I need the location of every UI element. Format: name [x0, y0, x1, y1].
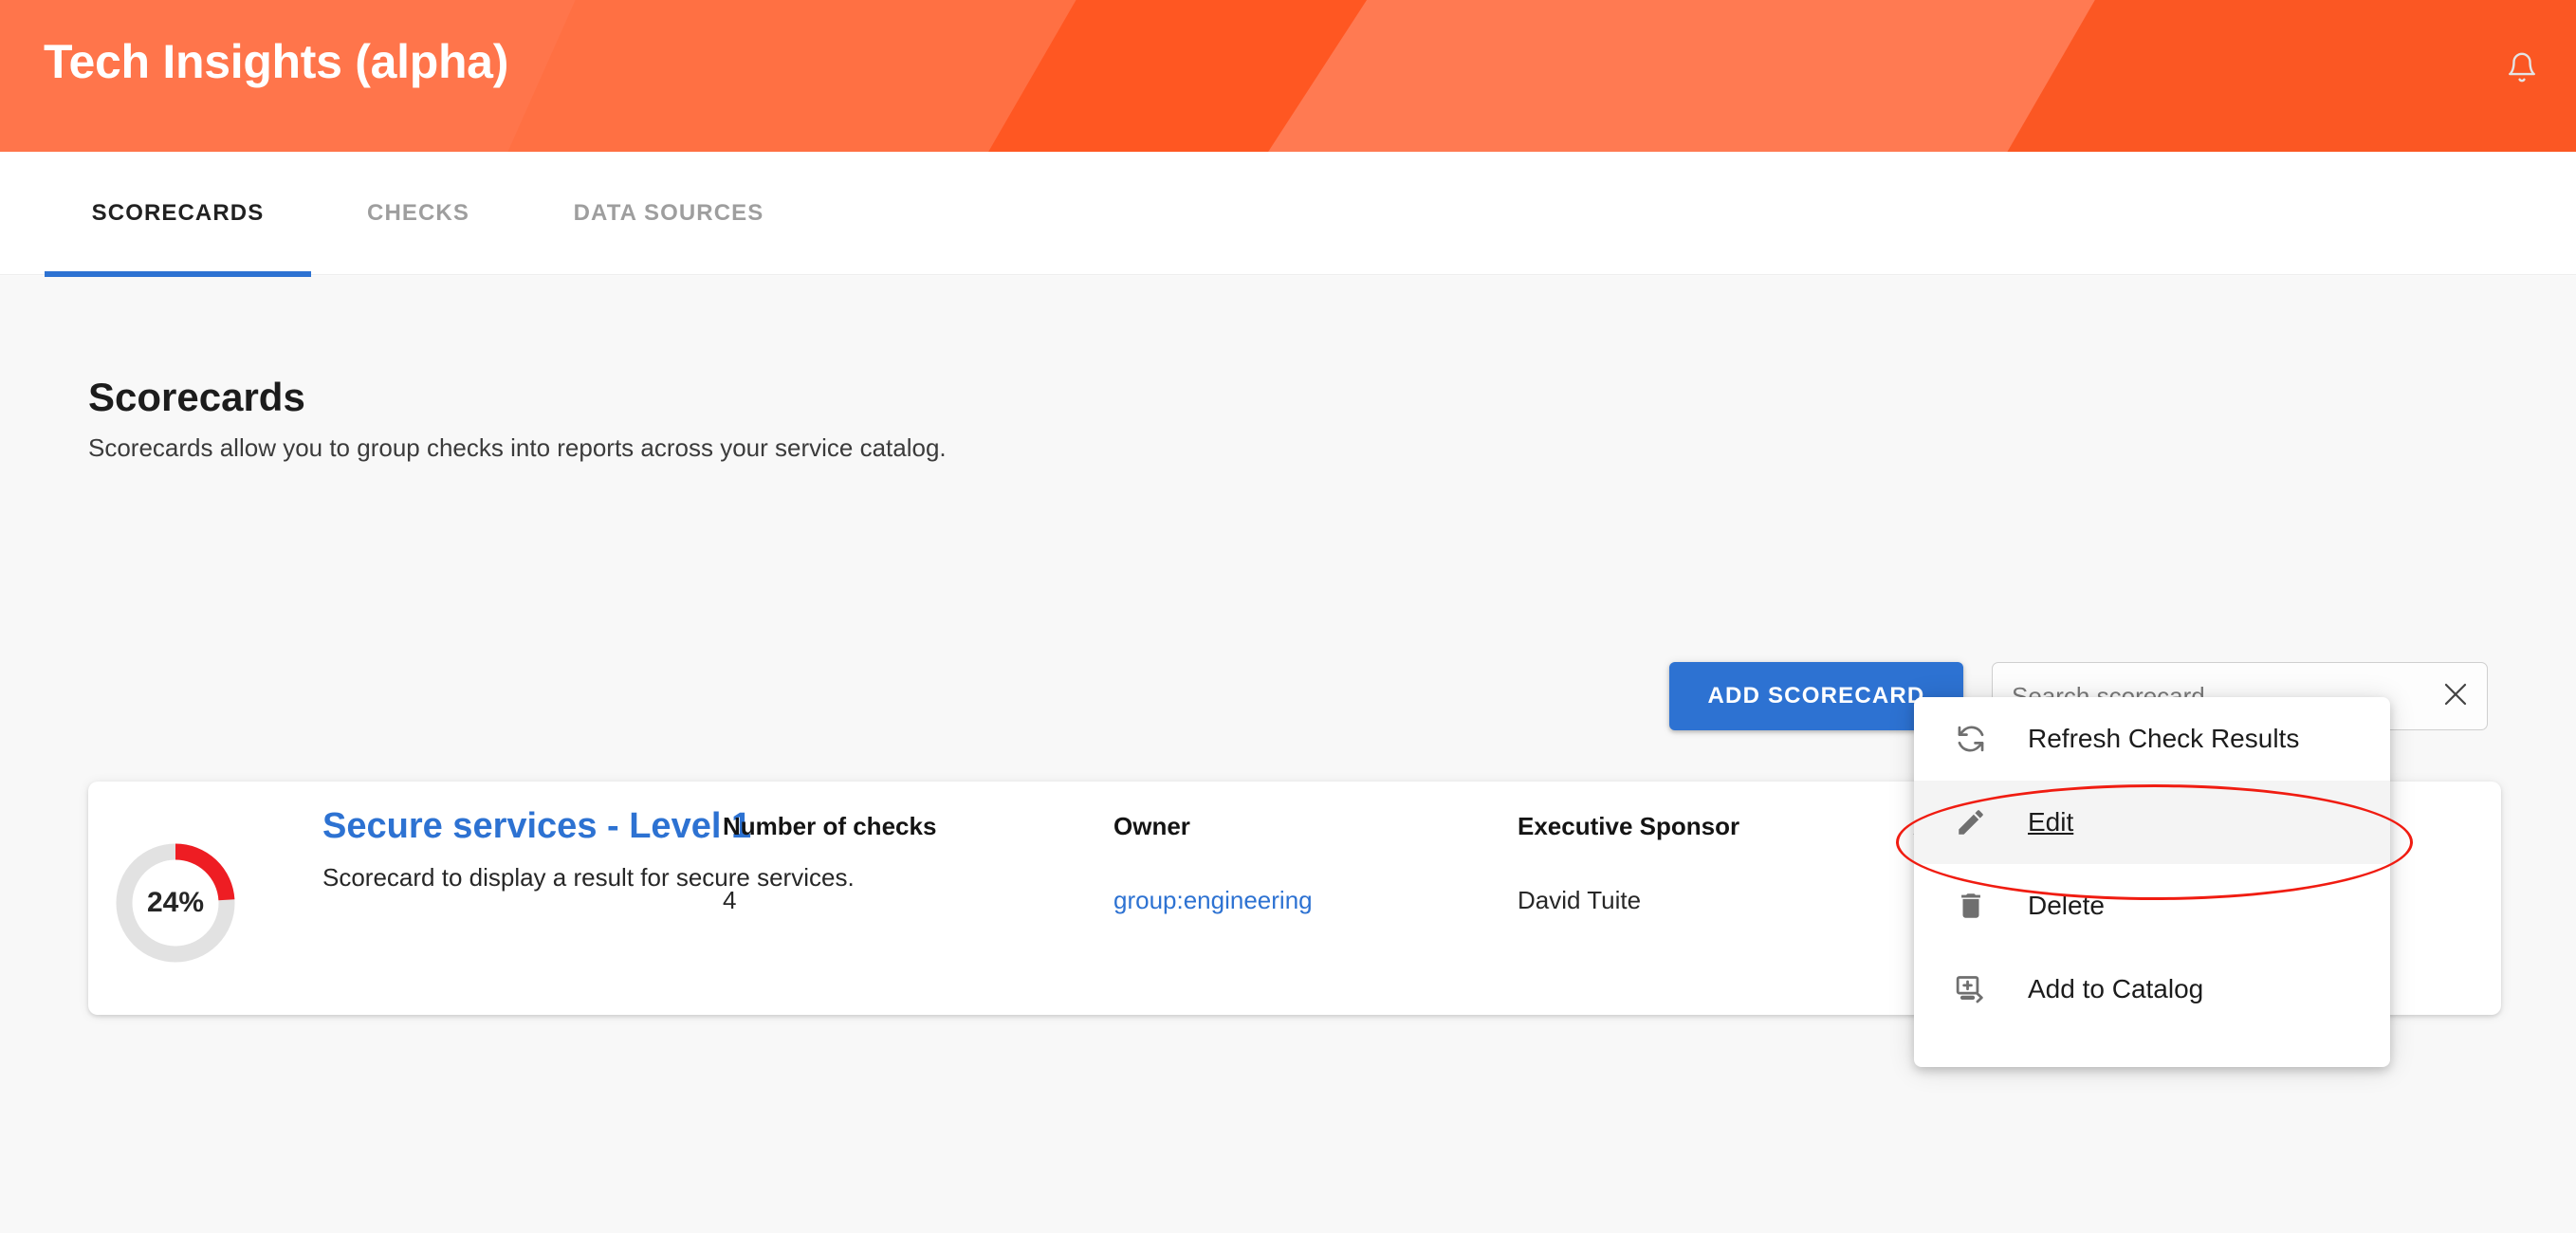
notifications-button[interactable]	[2494, 42, 2549, 97]
score-gauge: 24%	[111, 838, 240, 967]
menu-item-edit-label: Edit	[2028, 807, 2074, 837]
cell-number-of-checks: 4	[723, 886, 737, 914]
tab-data-sources-label: DATA SOURCES	[573, 200, 764, 226]
actions-dropdown-menu[interactable]: Refresh Check Results Edit Delete Add to…	[1914, 697, 2390, 1067]
cell-executive-sponsor: David Tuite	[1518, 886, 1642, 914]
app-title: Tech Insights (alpha)	[44, 35, 509, 88]
column-header-number-of-checks: Number of checks	[723, 812, 937, 840]
close-icon	[2441, 680, 2470, 713]
tab-data-sources[interactable]: DATA SOURCES	[541, 152, 797, 275]
menu-item-refresh-check-results[interactable]: Refresh Check Results	[1914, 697, 2390, 781]
add-scorecard-label: ADD SCORECARD	[1707, 683, 1925, 709]
score-gauge-value: 24%	[146, 887, 205, 918]
tab-scorecards[interactable]: SCORECARDS	[45, 152, 311, 275]
refresh-icon	[1914, 723, 2028, 755]
bell-icon	[2506, 49, 2538, 90]
tab-checks-label: CHECKS	[367, 200, 469, 226]
search-clear-button[interactable]	[2424, 665, 2487, 727]
app-header: Tech Insights (alpha)	[0, 0, 2576, 152]
tab-scorecards-label: SCORECARDS	[91, 200, 265, 226]
scorecard-description: Scorecard to display a result for secure…	[322, 863, 855, 892]
add-to-catalog-icon	[1914, 973, 2028, 1005]
page-title: Scorecards	[88, 375, 305, 419]
column-header-owner: Owner	[1113, 812, 1190, 840]
menu-item-add-to-catalog-label: Add to Catalog	[2028, 974, 2204, 1003]
active-tab-indicator	[45, 271, 311, 277]
menu-item-delete[interactable]: Delete	[1914, 864, 2390, 948]
scorecard-title-link[interactable]: Secure services - Level 1	[322, 806, 751, 847]
menu-item-delete-label: Delete	[2028, 891, 2105, 920]
cell-owner-link[interactable]: group:engineering	[1113, 886, 1313, 915]
trash-icon	[1914, 890, 2028, 922]
page-subtitle: Scorecards allow you to group checks int…	[88, 433, 947, 462]
menu-item-add-to-catalog[interactable]: Add to Catalog	[1914, 948, 2390, 1031]
tab-checks[interactable]: CHECKS	[338, 152, 499, 275]
pencil-icon	[1914, 806, 2028, 838]
menu-item-refresh-check-results-label: Refresh Check Results	[2028, 724, 2300, 753]
menu-item-edit[interactable]: Edit	[1914, 781, 2390, 864]
column-header-executive-sponsor: Executive Sponsor	[1518, 812, 1740, 840]
tabs-bar: SCORECARDS CHECKS DATA SOURCES	[0, 152, 2576, 275]
